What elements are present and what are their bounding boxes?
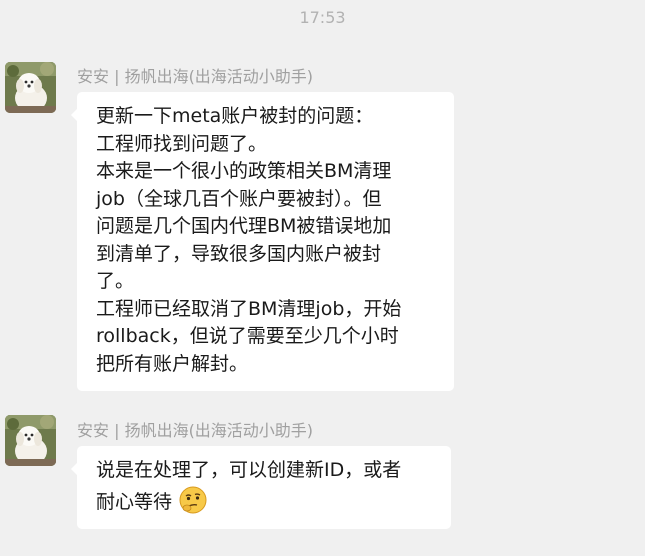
sender-name[interactable]: 安安 | 扬帆出海(出海活动小助手) (77, 63, 313, 87)
message-timestamp: 17:53 (299, 8, 346, 27)
message-bubble[interactable]: 说是在处理了，可以创建新ID，或者 耐心等待 (71, 446, 451, 529)
avatar[interactable] (5, 62, 56, 113)
dog-avatar-icon (5, 62, 56, 113)
dog-avatar-icon (5, 415, 56, 466)
message-bubble[interactable]: 更新一下meta账户被封的问题： 工程师找到问题了。 本来是一个很小的政策相关B… (71, 92, 454, 391)
chat-window: 17:53 安安 | 扬帆出海(出海活动小助手) 更新一下meta账户被封的问题… (0, 0, 645, 556)
thinking-face-icon (178, 485, 208, 515)
avatar[interactable] (5, 415, 56, 466)
message-text: 说是在处理了，可以创建新ID，或者 耐心等待 (96, 459, 402, 513)
sender-name[interactable]: 安安 | 扬帆出海(出海活动小助手) (77, 417, 313, 441)
